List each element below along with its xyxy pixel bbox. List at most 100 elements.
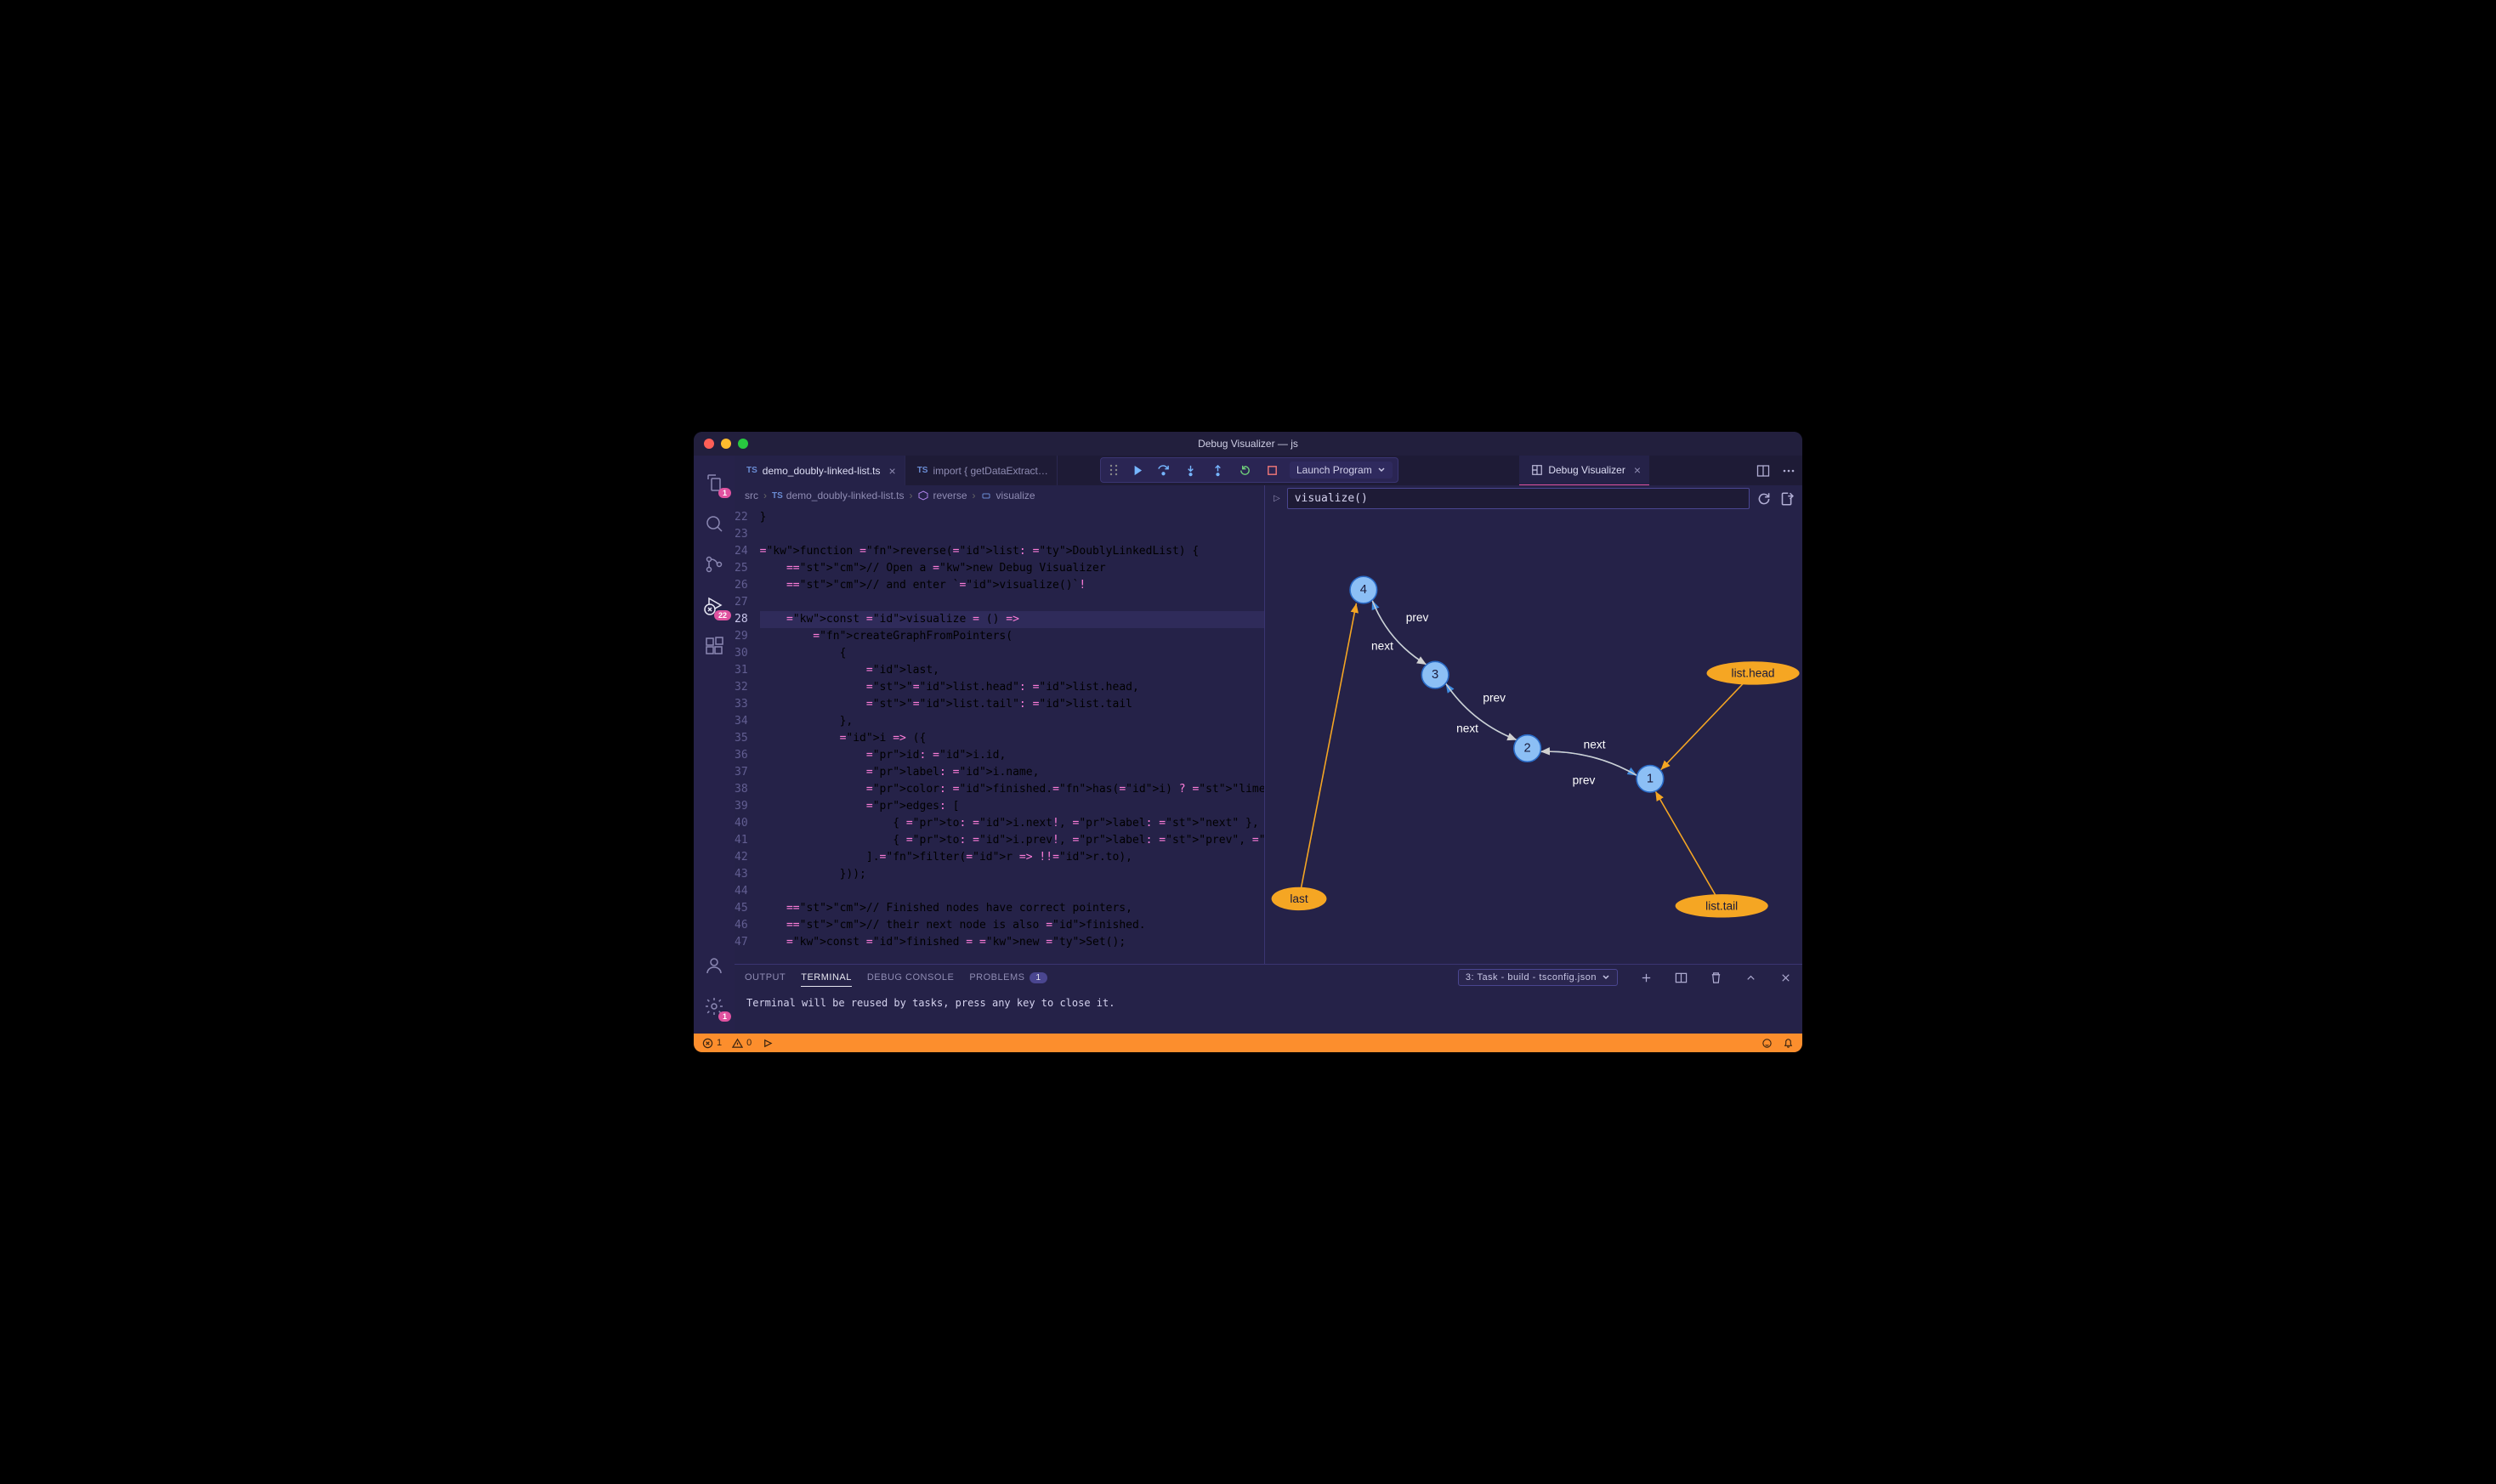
code-editor-pane: src › TS demo_doubly-linked-list.ts › re… — [735, 485, 1265, 964]
svg-text:3: 3 — [1432, 668, 1438, 682]
breadcrumb-symbol[interactable]: visualize — [996, 490, 1035, 501]
svg-text:list.tail: list.tail — [1705, 900, 1738, 913]
stop-button[interactable] — [1259, 459, 1285, 481]
expand-icon[interactable]: ▷ — [1274, 494, 1280, 503]
window-controls — [704, 439, 748, 449]
step-over-button[interactable] — [1150, 459, 1176, 481]
status-warnings[interactable]: 0 — [732, 1038, 752, 1049]
more-actions-icon[interactable] — [1782, 464, 1795, 478]
line-gutter: 2223242526272829303132333435363738394041… — [735, 506, 760, 964]
tab-label: demo_doubly-linked-list.ts — [763, 465, 881, 477]
refresh-icon[interactable] — [1756, 491, 1772, 507]
warning-count: 0 — [746, 1038, 752, 1048]
terminal-tab[interactable]: TERMINAL — [801, 972, 852, 987]
split-terminal-icon[interactable] — [1675, 971, 1688, 984]
variable-icon — [981, 490, 991, 501]
tab-demo-file[interactable]: TS demo_doubly-linked-list.ts × — [735, 456, 905, 485]
svg-text:4: 4 — [1360, 583, 1367, 597]
explorer-icon[interactable]: 1 — [694, 462, 735, 503]
accounts-icon[interactable] — [694, 945, 735, 986]
debug-console-tab[interactable]: DEBUG CONSOLE — [867, 972, 954, 983]
svg-text:next: next — [1456, 722, 1478, 735]
status-bell-icon[interactable] — [1783, 1038, 1794, 1049]
settings-badge: 1 — [718, 1011, 731, 1022]
graph-canvas[interactable]: nextprevnextprevnextprevlastlist.headlis… — [1265, 512, 1802, 964]
debug-icon[interactable]: 22 — [694, 585, 735, 626]
close-tab-icon[interactable]: × — [889, 464, 896, 478]
tab-label: import { getDataExtract… — [933, 465, 1047, 477]
visualizer-input-row: ▷ — [1265, 485, 1802, 512]
continue-button[interactable] — [1123, 459, 1149, 481]
svg-text:prev: prev — [1406, 611, 1429, 624]
settings-gear-icon[interactable]: 1 — [694, 986, 735, 1027]
svg-text:list.head: list.head — [1732, 667, 1775, 680]
svg-text:1: 1 — [1647, 773, 1654, 786]
svg-text:2: 2 — [1524, 742, 1531, 756]
ts-lang-icon: TS — [917, 466, 928, 475]
debug-toolbar[interactable]: Launch Program — [1100, 457, 1398, 483]
terminal-select[interactable]: 3: Task - build - tsconfig.json — [1458, 969, 1618, 986]
kill-terminal-icon[interactable] — [1710, 971, 1722, 984]
drag-handle-icon[interactable] — [1106, 464, 1121, 476]
search-icon[interactable] — [694, 503, 735, 544]
vscode-window: Debug Visualizer — js 1 22 — [694, 432, 1802, 1052]
problems-tab[interactable]: PROBLEMS 1 — [969, 972, 1047, 983]
extensions-icon[interactable] — [694, 626, 735, 666]
close-panel-icon[interactable] — [1779, 971, 1792, 984]
launch-config-label: Launch Program — [1296, 464, 1372, 476]
editor-actions — [1756, 464, 1795, 478]
launch-config-select[interactable]: Launch Program — [1290, 462, 1393, 479]
svg-text:prev: prev — [1483, 692, 1506, 705]
breadcrumbs[interactable]: src › TS demo_doubly-linked-list.ts › re… — [735, 485, 1264, 506]
status-feedback-icon[interactable] — [1761, 1038, 1773, 1049]
panel-tabs: OUTPUT TERMINAL DEBUG CONSOLE PROBLEMS 1… — [735, 965, 1802, 990]
new-terminal-icon[interactable] — [1640, 971, 1653, 984]
split-editor-icon[interactable] — [1756, 464, 1770, 478]
editor-tabs: TS demo_doubly-linked-list.ts × TS impor… — [735, 456, 1802, 485]
chevron-down-icon — [1377, 466, 1386, 474]
error-count: 1 — [717, 1038, 722, 1048]
svg-text:next: next — [1371, 640, 1393, 653]
activity-bar: 1 22 1 — [694, 456, 735, 1034]
status-errors[interactable]: 1 — [702, 1038, 722, 1049]
maximize-panel-icon[interactable] — [1744, 971, 1757, 984]
minimize-window-button[interactable] — [721, 439, 731, 449]
step-out-button[interactable] — [1205, 459, 1230, 481]
window-title: Debug Visualizer — js — [1198, 438, 1298, 450]
code-body[interactable]: 2223242526272829303132333435363738394041… — [735, 506, 1264, 964]
maximize-window-button[interactable] — [738, 439, 748, 449]
bottom-panel: OUTPUT TERMINAL DEBUG CONSOLE PROBLEMS 1… — [735, 964, 1802, 1034]
tab-import-file[interactable]: TS import { getDataExtract… — [905, 456, 1058, 485]
step-into-button[interactable] — [1177, 459, 1203, 481]
status-bar: 1 0 — [694, 1034, 1802, 1052]
visualizer-pane: ▷ nextprevnextprevnextprevlastlis — [1265, 485, 1802, 964]
debug-visualizer-tab[interactable]: Debug Visualizer × — [1519, 456, 1649, 485]
chevron-down-icon — [1602, 973, 1610, 982]
explorer-badge: 1 — [718, 488, 731, 498]
method-icon — [918, 490, 928, 501]
visualizer-expression-input[interactable] — [1287, 488, 1750, 509]
breadcrumb-symbol[interactable]: reverse — [933, 490, 967, 501]
visualizer-tab-label: Debug Visualizer — [1548, 464, 1625, 476]
output-tab[interactable]: OUTPUT — [745, 972, 786, 983]
svg-text:last: last — [1290, 892, 1308, 905]
problems-count-badge: 1 — [1030, 972, 1047, 983]
status-debug-run[interactable] — [762, 1038, 773, 1049]
code-lines[interactable]: } ="kw">function ="fn">reverse(="id">lis… — [760, 506, 1264, 964]
title-bar: Debug Visualizer — js — [694, 432, 1802, 456]
problems-label: PROBLEMS — [969, 972, 1024, 983]
ts-lang-icon: TS — [746, 466, 757, 475]
debug-badge: 22 — [714, 610, 731, 620]
breadcrumb-file[interactable]: demo_doubly-linked-list.ts — [786, 490, 905, 501]
svg-text:prev: prev — [1573, 774, 1596, 787]
close-window-button[interactable] — [704, 439, 714, 449]
close-tab-icon[interactable]: × — [1634, 463, 1641, 477]
breadcrumb-root[interactable]: src — [745, 490, 758, 501]
terminal-text: Terminal will be reused by tasks, press … — [746, 997, 1115, 1009]
terminal-select-label: 3: Task - build - tsconfig.json — [1466, 972, 1597, 983]
ts-lang-icon: TS — [772, 491, 783, 501]
popout-icon[interactable] — [1778, 491, 1794, 507]
restart-button[interactable] — [1232, 459, 1257, 481]
source-control-icon[interactable] — [694, 544, 735, 585]
terminal-output[interactable]: Terminal will be reused by tasks, press … — [735, 990, 1802, 1034]
